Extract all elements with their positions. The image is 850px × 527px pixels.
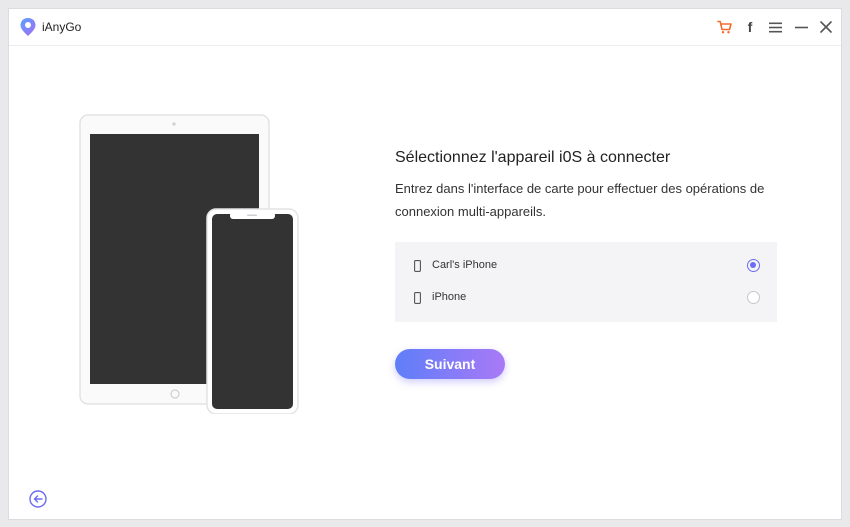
device-list: Carl's iPhone iPhone bbox=[395, 242, 777, 322]
phone-icon bbox=[414, 292, 421, 304]
minimize-icon[interactable] bbox=[792, 18, 810, 36]
app-title: iAnyGo bbox=[42, 20, 82, 34]
menu-icon[interactable] bbox=[766, 18, 784, 36]
facebook-glyph: f bbox=[747, 19, 753, 35]
device-name: iPhone bbox=[432, 291, 467, 303]
device-radio-unselected[interactable] bbox=[747, 291, 760, 304]
device-name: Carl's iPhone bbox=[432, 259, 498, 271]
page-description: Entrez dans l'interface de carte pour ef… bbox=[395, 181, 765, 219]
cart-icon[interactable] bbox=[715, 18, 733, 36]
page-title: Sélectionnez l'appareil i0S à connecter bbox=[395, 149, 671, 166]
next-button[interactable]: Suivant bbox=[395, 349, 505, 379]
facebook-icon[interactable]: f bbox=[741, 18, 759, 36]
app-window: iAnyGo f Sélectionnez l'appareil i0S à c… bbox=[9, 9, 841, 519]
title-bar: iAnyGo f bbox=[9, 9, 841, 46]
phone-illustration bbox=[206, 208, 299, 414]
ianygo-logo-icon bbox=[20, 18, 36, 36]
close-icon[interactable] bbox=[817, 18, 835, 36]
device-radio-selected[interactable] bbox=[747, 259, 760, 272]
phone-icon bbox=[414, 260, 421, 272]
back-arrow-icon[interactable] bbox=[29, 490, 47, 508]
devices-illustration bbox=[79, 114, 299, 414]
device-row-iphone[interactable]: iPhone bbox=[395, 282, 777, 314]
device-row-carls-iphone[interactable]: Carl's iPhone bbox=[395, 250, 777, 282]
